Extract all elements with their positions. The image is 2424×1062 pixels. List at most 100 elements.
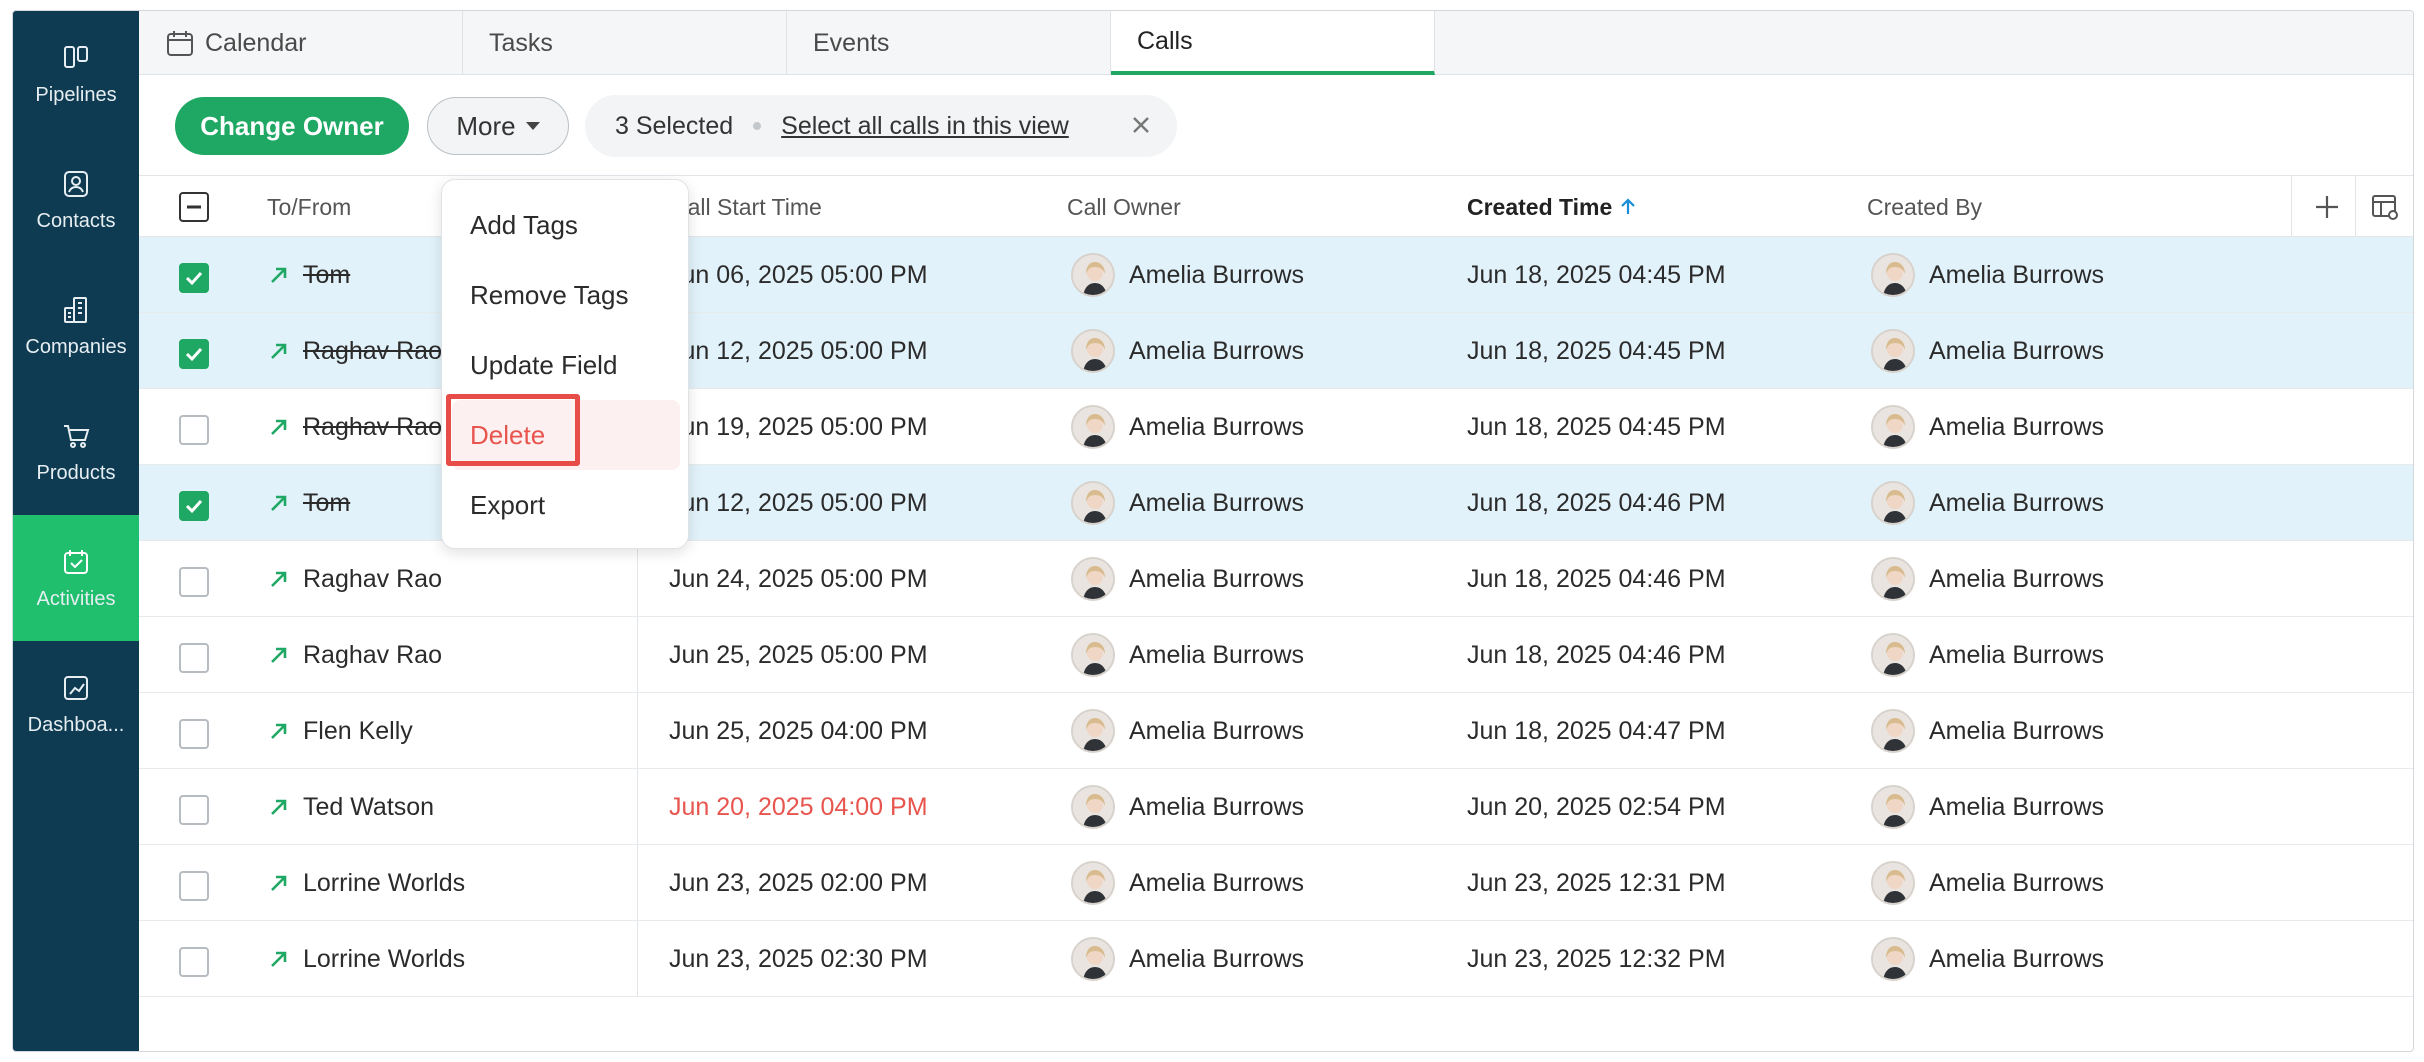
tab-label: Calls bbox=[1137, 26, 1193, 55]
calendar-icon bbox=[167, 31, 193, 56]
tab-label: Calendar bbox=[205, 28, 307, 57]
cell-call-start-time: Jun 23, 2025 02:00 PM bbox=[669, 868, 928, 897]
menu-item-add-tags[interactable]: Add Tags bbox=[452, 190, 680, 260]
sidebar-item-pipelines[interactable]: Pipelines bbox=[13, 11, 139, 137]
cell-call-start-time: Jun 24, 2025 05:00 PM bbox=[669, 564, 928, 593]
table-row[interactable]: Lorrine Worlds Jun 23, 2025 02:30 PM Ameli… bbox=[139, 921, 2413, 997]
select-all-checkbox[interactable] bbox=[179, 192, 209, 222]
row-checkbox[interactable] bbox=[179, 871, 209, 901]
add-column-icon[interactable] bbox=[2311, 191, 2343, 223]
cell-call-start-time: Jun 19, 2025 05:00 PM bbox=[669, 412, 928, 441]
avatar bbox=[1871, 785, 1915, 829]
header-created-by[interactable]: Created By bbox=[1867, 176, 1982, 238]
cell-created-time: Jun 18, 2025 04:47 PM bbox=[1467, 716, 1726, 745]
sidebar-item-activities[interactable]: Activities bbox=[13, 515, 139, 641]
avatar bbox=[1071, 861, 1115, 905]
contacts-icon bbox=[64, 170, 88, 197]
header-created-time-label: Created Time bbox=[1467, 193, 1613, 220]
sidebar-item-label: Contacts bbox=[36, 209, 116, 232]
menu-item-update-field[interactable]: Update Field bbox=[452, 330, 680, 400]
tab-tasks[interactable]: Tasks bbox=[463, 11, 787, 75]
sidebar-item-contacts[interactable]: Contacts bbox=[13, 137, 139, 263]
table-row[interactable]: Raghav Rao Jun 24, 2025 05:00 PM Amelia Bu… bbox=[139, 541, 2413, 617]
cell-to-from[interactable]: Lorrine Worlds bbox=[303, 921, 465, 997]
cell-to-from[interactable]: Lorrine Worlds bbox=[303, 845, 465, 921]
cell-call-start-time: Jun 06, 2025 05:00 PM bbox=[669, 260, 928, 289]
tab-calls[interactable]: Calls bbox=[1111, 11, 1435, 75]
cell-to-from[interactable]: Raghav Rao bbox=[303, 313, 442, 389]
sidebar-item-dashboards[interactable]: Dashboa... bbox=[13, 641, 139, 767]
sidebar-item-label: Companies bbox=[25, 335, 127, 358]
cell-to-from[interactable]: Ted Watson bbox=[303, 769, 434, 845]
cell-call-owner: Amelia Burrows bbox=[1071, 921, 1304, 997]
table-row[interactable]: Flen Kelly Jun 25, 2025 04:00 PM Amelia Bu… bbox=[139, 693, 2413, 769]
close-icon[interactable] bbox=[1125, 109, 1157, 141]
products-icon bbox=[64, 424, 90, 448]
cell-to-from[interactable]: Raghav Rao bbox=[303, 389, 442, 465]
sort-ascending-icon bbox=[1621, 198, 1636, 214]
cell-created-by: Amelia Burrows bbox=[1871, 313, 2104, 389]
cell-to-from[interactable]: Tom bbox=[303, 237, 350, 313]
tab-label: Events bbox=[813, 28, 890, 57]
creator-name: Amelia Burrows bbox=[1929, 792, 2105, 821]
sidebar-item-products[interactable]: Products bbox=[13, 389, 139, 515]
tab-calendar[interactable]: Calendar bbox=[139, 11, 463, 75]
row-checkbox[interactable] bbox=[179, 567, 209, 597]
tab-label: Tasks bbox=[489, 28, 553, 57]
menu-item-export[interactable]: Export bbox=[452, 470, 680, 540]
column-divider bbox=[637, 693, 638, 768]
row-checkbox[interactable] bbox=[179, 719, 209, 749]
cell-call-owner: Amelia Burrows bbox=[1071, 769, 1304, 845]
more-button[interactable]: More bbox=[427, 97, 569, 155]
row-checkbox[interactable] bbox=[179, 339, 209, 369]
cell-to-from[interactable]: Raghav Rao bbox=[303, 617, 442, 693]
change-owner-button[interactable]: Change Owner bbox=[175, 97, 409, 155]
cell-call-start-time: Jun 12, 2025 05:00 PM bbox=[669, 488, 928, 517]
table-row[interactable]: Raghav Rao Jun 25, 2025 05:00 PM Amelia Bu… bbox=[139, 617, 2413, 693]
cell-created-time: Jun 23, 2025 12:31 PM bbox=[1467, 868, 1726, 897]
select-all-link[interactable]: Select all calls in this view bbox=[781, 112, 1069, 141]
header-call-owner[interactable]: Call Owner bbox=[1067, 176, 1181, 238]
table-row[interactable]: Ted Watson Jun 20, 2025 04:00 PM Amelia Bu… bbox=[139, 769, 2413, 845]
table-row[interactable]: Lorrine Worlds Jun 23, 2025 02:00 PM Ameli… bbox=[139, 845, 2413, 921]
sidebar-item-companies[interactable]: Companies bbox=[13, 263, 139, 389]
creator-name: Amelia Burrows bbox=[1929, 944, 2105, 973]
avatar bbox=[1071, 557, 1115, 601]
cell-created-time: Jun 20, 2025 02:54 PM bbox=[1467, 792, 1726, 821]
header-created-time[interactable]: Created Time bbox=[1467, 176, 1638, 238]
header-to-from[interactable]: To/From bbox=[267, 176, 351, 238]
separator-dot bbox=[753, 122, 762, 130]
table-settings-icon[interactable] bbox=[2369, 191, 2401, 223]
row-checkbox[interactable] bbox=[179, 415, 209, 445]
row-checkbox[interactable] bbox=[179, 643, 209, 673]
row-checkbox[interactable] bbox=[179, 491, 209, 521]
cell-created-time: Jun 18, 2025 04:46 PM bbox=[1467, 564, 1726, 593]
owner-name: Amelia Burrows bbox=[1129, 412, 1305, 441]
outgoing-call-icon bbox=[271, 343, 287, 359]
creator-name: Amelia Burrows bbox=[1929, 868, 2105, 897]
cell-created-time: Jun 18, 2025 04:45 PM bbox=[1467, 412, 1726, 441]
cell-call-start-time: Jun 20, 2025 04:00 PM bbox=[669, 792, 928, 821]
cell-to-from[interactable]: Tom bbox=[303, 465, 350, 541]
cell-created-by: Amelia Burrows bbox=[1871, 617, 2104, 693]
cell-call-owner: Amelia Burrows bbox=[1071, 313, 1304, 389]
avatar bbox=[1871, 937, 1915, 981]
header-call-start-time[interactable]: Call Start Time bbox=[671, 176, 822, 238]
cell-to-from[interactable]: Raghav Rao bbox=[303, 541, 442, 617]
avatar bbox=[1871, 861, 1915, 905]
row-checkbox[interactable] bbox=[179, 795, 209, 825]
menu-item-remove-tags[interactable]: Remove Tags bbox=[452, 260, 680, 330]
tab-events[interactable]: Events bbox=[787, 11, 1111, 75]
delete-highlight-box bbox=[446, 394, 580, 466]
cell-to-from[interactable]: Flen Kelly bbox=[303, 693, 413, 769]
cell-created-by: Amelia Burrows bbox=[1871, 541, 2104, 617]
avatar bbox=[1871, 481, 1915, 525]
app-window: Pipelines Contacts Companies Products Ac… bbox=[12, 10, 2414, 1052]
row-checkbox[interactable] bbox=[179, 263, 209, 293]
avatar bbox=[1071, 785, 1115, 829]
owner-name: Amelia Burrows bbox=[1129, 868, 1305, 897]
outgoing-call-icon bbox=[271, 571, 287, 587]
cell-created-by: Amelia Burrows bbox=[1871, 845, 2104, 921]
avatar bbox=[1871, 709, 1915, 753]
row-checkbox[interactable] bbox=[179, 947, 209, 977]
